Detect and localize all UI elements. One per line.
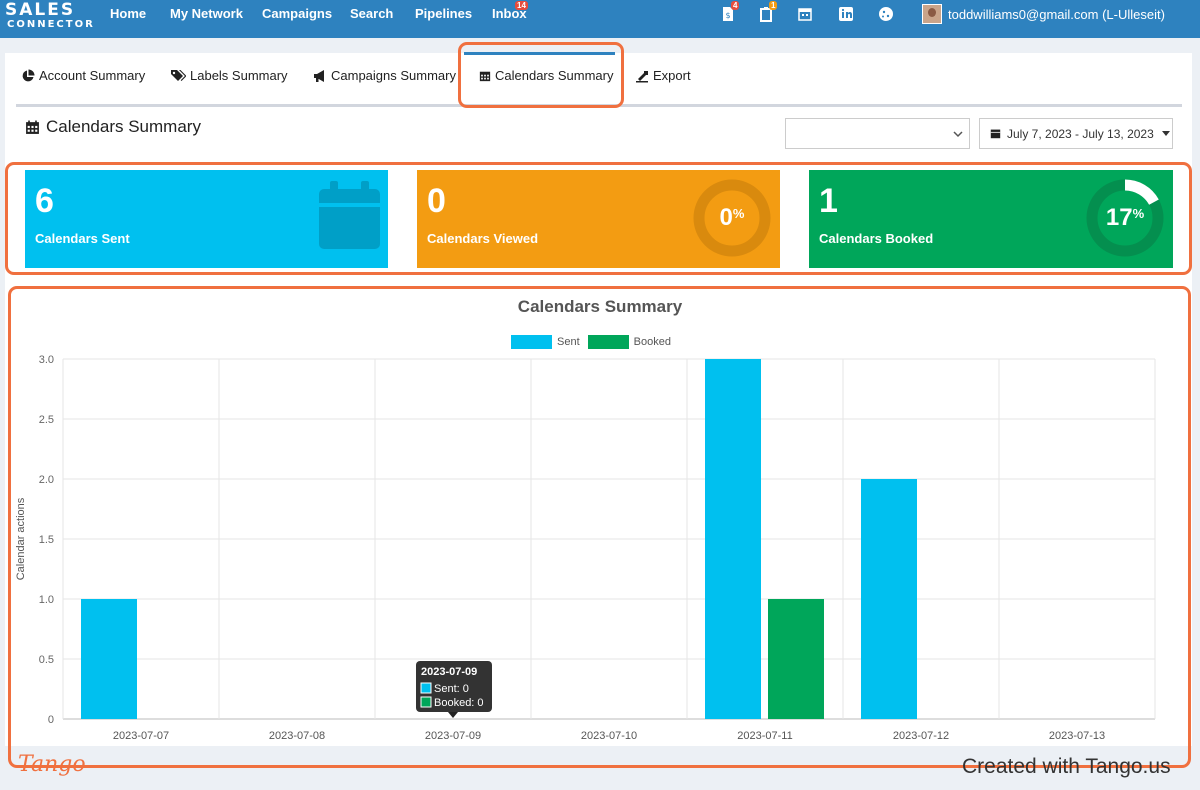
stat-value: 1 xyxy=(819,182,838,220)
tab-label: Campaigns Summary xyxy=(331,68,456,83)
tab-account-summary[interactable]: Account Summary xyxy=(21,68,145,83)
y-tick-label: 2.0 xyxy=(39,474,54,486)
user-email: toddwilliams0@gmail.com (L-Ulleseit) xyxy=(948,6,1165,22)
tags-icon xyxy=(171,69,186,81)
tab-label: Labels Summary xyxy=(190,68,288,83)
tooltip-swatch xyxy=(420,682,432,694)
x-tick-label: 2023-07-08 xyxy=(269,730,325,742)
tab-labels-summary[interactable]: Labels Summary xyxy=(170,68,288,83)
cookie-icon[interactable] xyxy=(878,6,894,22)
tab-label: Export xyxy=(653,68,691,83)
calendar-nav-icon[interactable] xyxy=(797,6,813,22)
export-icon xyxy=(636,70,648,82)
nav-search[interactable]: Search xyxy=(350,0,393,28)
y-axis-label: Calendar actions xyxy=(15,497,27,580)
stat-value: 0 xyxy=(427,182,446,220)
avatar xyxy=(922,4,942,24)
user-menu[interactable]: toddwilliams0@gmail.com (L-Ulleseit) xyxy=(922,4,1165,24)
clipboard-badge: 1 xyxy=(769,1,778,10)
tooltip-arrow xyxy=(448,712,458,718)
bar-sent xyxy=(81,599,137,719)
bar-sent xyxy=(705,359,761,719)
x-tick-label: 2023-07-13 xyxy=(1049,730,1105,742)
tab-campaigns-summary[interactable]: Campaigns Summary xyxy=(313,68,456,83)
stat-label: Calendars Booked xyxy=(819,231,934,246)
tab-export[interactable]: Export xyxy=(635,68,691,83)
y-tick-label: 3.0 xyxy=(39,354,54,366)
page-title: Calendars Summary xyxy=(25,117,201,137)
tooltip-line: Booked: 0 xyxy=(434,697,484,709)
tooltip-swatch xyxy=(420,696,432,708)
tango-logo: Tango xyxy=(18,752,86,777)
document-badge: 4 xyxy=(731,1,740,10)
nav-my-network[interactable]: My Network xyxy=(170,0,243,28)
y-tick-label: 1.5 xyxy=(39,534,54,546)
tab-label: Calendars Summary xyxy=(495,68,614,83)
pie-chart-icon xyxy=(22,69,35,81)
nav-campaigns[interactable]: Campaigns xyxy=(262,0,332,28)
x-tick-label: 2023-07-10 xyxy=(581,730,637,742)
booked-percent: 17% xyxy=(1105,204,1145,231)
stat-calendars-viewed: 0 Calendars Viewed 0% xyxy=(417,170,780,268)
stat-label: Calendars Sent xyxy=(35,231,130,246)
bar-sent xyxy=(861,479,917,719)
nav-pipelines[interactable]: Pipelines xyxy=(415,0,472,28)
calendar-icon xyxy=(479,71,491,81)
inbox-badge: 14 xyxy=(515,1,528,10)
nav-home[interactable]: Home xyxy=(110,0,146,28)
stat-calendars-booked: 1 Calendars Booked 17% xyxy=(809,170,1173,268)
x-tick-label: 2023-07-09 xyxy=(425,730,481,742)
logo-bottom-text: CONNECTOR xyxy=(7,19,95,30)
filter-select[interactable] xyxy=(785,118,970,149)
y-tick-label: 0 xyxy=(48,714,54,726)
tooltip-line: Sent: 0 xyxy=(434,683,469,695)
svg-text:$: $ xyxy=(725,11,730,20)
x-tick-label: 2023-07-11 xyxy=(737,730,792,742)
divider xyxy=(16,104,1182,107)
page-title-text: Calendars Summary xyxy=(46,117,201,136)
y-tick-label: 0.5 xyxy=(39,654,54,666)
tab-label: Account Summary xyxy=(39,68,146,83)
tooltip-title: 2023-07-09 xyxy=(421,666,477,678)
date-range-text: July 7, 2023 - July 13, 2023 xyxy=(1007,126,1154,141)
logo-top-text: SALES xyxy=(5,0,76,20)
calendar-icon xyxy=(26,120,39,134)
chevron-down-icon xyxy=(953,131,963,138)
stat-value: 6 xyxy=(35,182,54,220)
caret-down-icon xyxy=(1161,131,1170,136)
chart-title: Calendars Summary xyxy=(517,297,683,316)
x-tick-label: 2023-07-07 xyxy=(113,730,169,742)
x-tick-label: 2023-07-12 xyxy=(893,730,949,742)
y-tick-label: 1.0 xyxy=(39,594,54,606)
stat-calendars-sent: 6 Calendars Sent xyxy=(25,170,388,268)
sales-connector-logo[interactable]: SALES CONNECTOR xyxy=(5,0,95,34)
bullhorn-icon xyxy=(314,69,324,82)
viewed-percent: 0% xyxy=(719,204,745,231)
calendar-icon xyxy=(990,129,1001,139)
linkedin-icon[interactable] xyxy=(838,6,854,22)
date-range-picker[interactable]: July 7, 2023 - July 13, 2023 xyxy=(979,118,1173,149)
calendar-large-icon xyxy=(319,181,380,249)
top-navbar: SALES CONNECTOR Home My Network Campaign… xyxy=(0,0,1200,38)
bar-booked xyxy=(768,599,824,719)
tango-credit: Created with Tango.us xyxy=(962,755,1171,778)
stat-label: Calendars Viewed xyxy=(427,231,539,246)
y-tick-label: 2.5 xyxy=(39,414,54,426)
calendars-bar-chart: 0 0.5 1.0 1.5 2.0 2.5 3.0 2023-07-07 2023-07-08 2… xyxy=(15,354,1156,742)
tab-calendars-summary[interactable]: Calendars Summary xyxy=(479,68,614,83)
